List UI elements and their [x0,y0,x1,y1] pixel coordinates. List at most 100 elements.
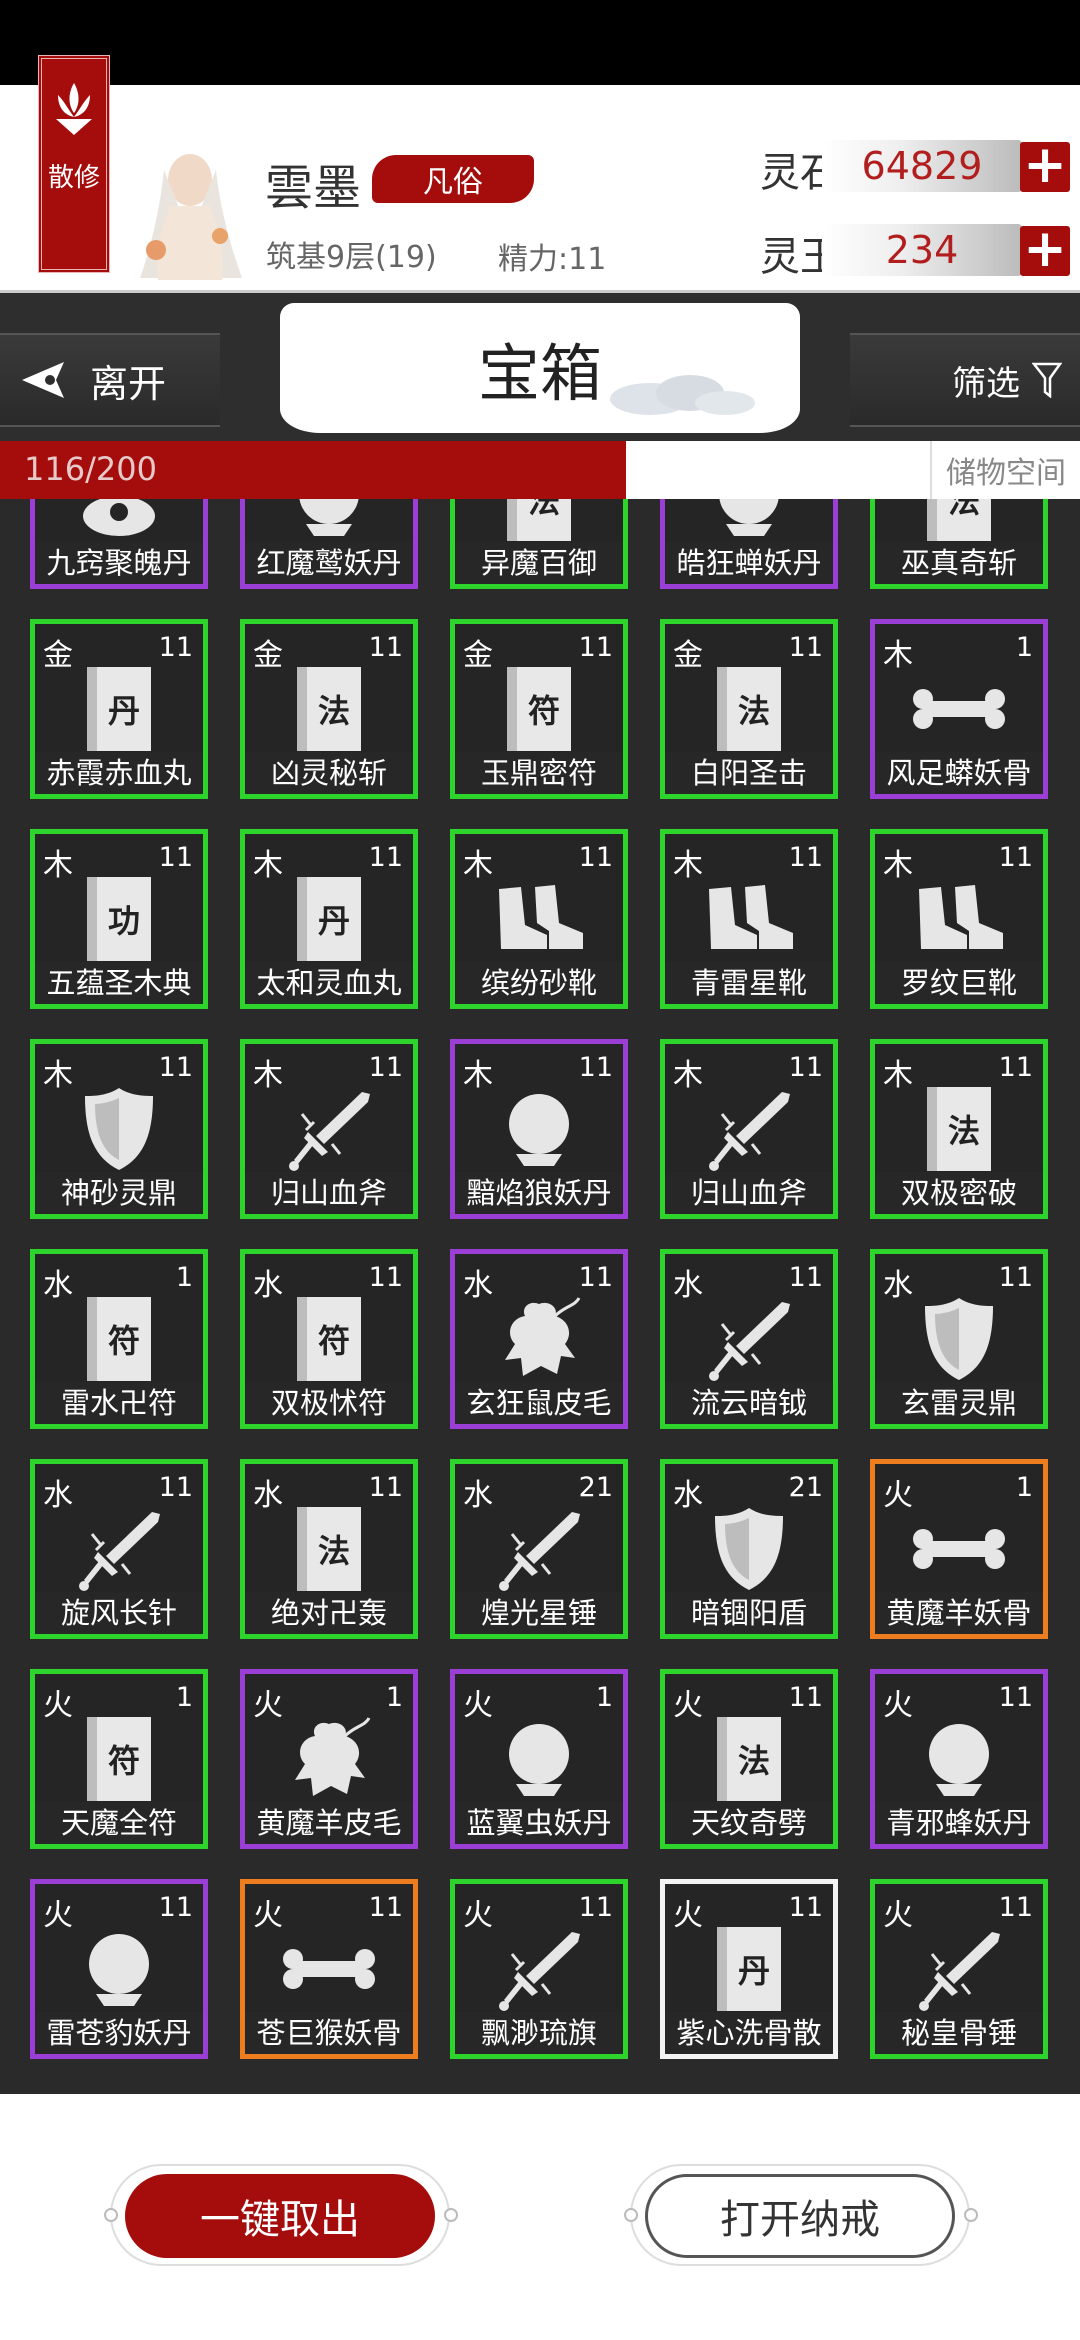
filter-button[interactable]: 筛选 [850,333,1080,427]
item-slot[interactable]: 火 11 丹紫心洗骨散 [660,1879,838,2059]
item-slot[interactable]: 水 1 符雷水卍符 [30,1249,208,1429]
item-name: 神砂灵鼎 [35,1172,203,1214]
item-name: 双极密破 [875,1172,1043,1214]
item-slot[interactable]: 金 11 法白阳圣击 [660,619,838,799]
lotus-icon [56,83,92,135]
item-slot[interactable]: 皓狂蝉妖丹 [660,499,838,589]
item-slot[interactable]: 木 11 缤纷砂靴 [450,829,628,1009]
item-name: 赤霞赤血丸 [35,752,203,794]
item-slot[interactable]: 木 1 风足蟒妖骨 [870,619,1048,799]
item-slot[interactable]: 木 11 罗纹巨靴 [870,829,1048,1009]
item-slot[interactable]: 水 11 法绝对卍轰 [240,1459,418,1639]
item-slot[interactable]: 水 11 玄雷灵鼎 [870,1249,1048,1429]
item-count: 1 [1015,632,1033,663]
orb-icon [69,1924,169,2014]
book-glyph: 丹 [87,667,151,751]
item-slot[interactable]: 火 1 黄魔羊皮毛 [240,1669,418,1849]
item-slot[interactable]: 木 11 归山血斧 [240,1039,418,1219]
item-name: 玄雷灵鼎 [875,1382,1043,1424]
item-name: 黄魔羊皮毛 [245,1802,413,1844]
filter-label: 筛选 [952,363,1020,404]
item-slot[interactable]: 法异魔百御 [450,499,628,589]
book-glyph: 法 [297,1507,361,1591]
item-slot[interactable]: 木 11 法双极密破 [870,1039,1048,1219]
item-name: 九窍聚魄丹 [35,542,203,584]
item-slot[interactable]: 木 11 丹太和灵血丸 [240,829,418,1009]
player-avatar[interactable] [120,140,260,280]
item-slot[interactable]: 水 21 煌光星锤 [450,1459,628,1639]
item-name: 天纹奇劈 [665,1802,833,1844]
energy-value: 精力:11 [498,242,607,277]
add-spirit-stone-button[interactable]: + [1020,139,1070,192]
item-slot[interactable]: 九窍聚魄丹 [30,499,208,589]
item-name: 蓝翼虫妖丹 [455,1802,623,1844]
item-slot[interactable]: 火 11 秘皇骨锤 [870,1879,1048,2059]
sword-icon [69,1504,169,1594]
item-count: 11 [368,1262,403,1293]
sword-icon [699,1084,799,1174]
item-name: 五蕴圣木典 [35,962,203,1004]
take-all-button[interactable]: 一键取出 [125,2174,435,2258]
item-name: 青邪蜂妖丹 [875,1802,1043,1844]
item-slot[interactable]: 木 11 功五蕴圣木典 [30,829,208,1009]
sect-label: 散修 [47,163,100,193]
item-name: 飘渺琉旗 [455,2012,623,2054]
book-glyph: 符 [297,1297,361,1381]
book-icon: 符 [279,1294,379,1384]
item-slot[interactable]: 木 11 归山血斧 [660,1039,838,1219]
item-slot[interactable]: 木 11 神砂灵鼎 [30,1039,208,1219]
leave-button[interactable]: 离开 [0,333,220,427]
sword-icon [489,1924,589,2014]
item-slot[interactable]: 火 11 雷苍豹妖丹 [30,1879,208,2059]
sect-badge[interactable]: 散修 [38,55,110,273]
item-slot[interactable]: 水 11 流云暗钺 [660,1249,838,1429]
item-count: 11 [158,632,193,663]
item-name: 雷水卍符 [35,1382,203,1424]
item-name: 罗纹巨靴 [875,962,1043,1004]
item-slot[interactable]: 金 11 丹赤霞赤血丸 [30,619,208,799]
storage-space-tab[interactable]: 储物空间 [930,441,1080,499]
item-count: 11 [578,632,613,663]
item-grid-area[interactable]: 九窍聚魄丹 红魔鹫妖丹法异魔百御 皓狂蝉妖丹法巫真奇斩金 11 丹赤霞赤血丸金 11 法凶灵… [0,499,1080,2094]
add-spirit-jade-button[interactable]: + [1020,223,1070,276]
item-count: 11 [998,1682,1033,1713]
item-name: 玉鼎密符 [455,752,623,794]
item-count: 11 [158,842,193,873]
item-slot[interactable]: 火 11 法天纹奇劈 [660,1669,838,1849]
sword-icon [909,1924,1009,2014]
book-icon: 符 [69,1714,169,1804]
item-slot[interactable]: 木 11 青雷星靴 [660,829,838,1009]
shield-icon [909,1294,1009,1384]
player-name: 雲墨 [265,160,362,216]
item-slot[interactable]: 木 11 黯焰狼妖丹 [450,1039,628,1219]
open-storage-ring-button[interactable]: 打开纳戒 [645,2174,955,2258]
status-bar [0,0,1080,85]
item-slot[interactable]: 法巫真奇斩 [870,499,1048,589]
item-slot[interactable]: 金 11 符玉鼎密符 [450,619,628,799]
item-count: 11 [158,1472,193,1503]
item-count: 11 [998,1892,1033,1923]
item-slot[interactable]: 水 21 暗锢阳盾 [660,1459,838,1639]
item-slot[interactable]: 火 11 苍巨猴妖骨 [240,1879,418,2059]
orb-icon [279,499,379,544]
item-slot[interactable]: 火 11 青邪蜂妖丹 [870,1669,1048,1849]
item-slot[interactable]: 火 1 符天魔全符 [30,1669,208,1849]
orb-icon [699,499,799,544]
boots-icon [909,874,1009,964]
item-slot[interactable]: 水 11 玄狂鼠皮毛 [450,1249,628,1429]
item-slot[interactable]: 火 1 黄魔羊妖骨 [870,1459,1048,1639]
book-glyph: 法 [717,667,781,751]
item-slot[interactable]: 水 11 旋风长针 [30,1459,208,1639]
shield-icon [69,1084,169,1174]
page-title: 宝箱 [280,303,800,433]
item-slot[interactable]: 红魔鹫妖丹 [240,499,418,589]
item-slot[interactable]: 水 11 符双极怵符 [240,1249,418,1429]
item-slot[interactable]: 火 11 飘渺琉旗 [450,1879,628,2059]
item-count: 11 [368,1052,403,1083]
frame-dot [964,2208,978,2222]
item-slot[interactable]: 金 11 法凶灵秘斩 [240,619,418,799]
item-slot[interactable]: 火 1 蓝翼虫妖丹 [450,1669,628,1849]
orb-icon [489,1084,589,1174]
sword-icon [489,1504,589,1594]
page-title-text: 宝箱 [477,337,602,410]
